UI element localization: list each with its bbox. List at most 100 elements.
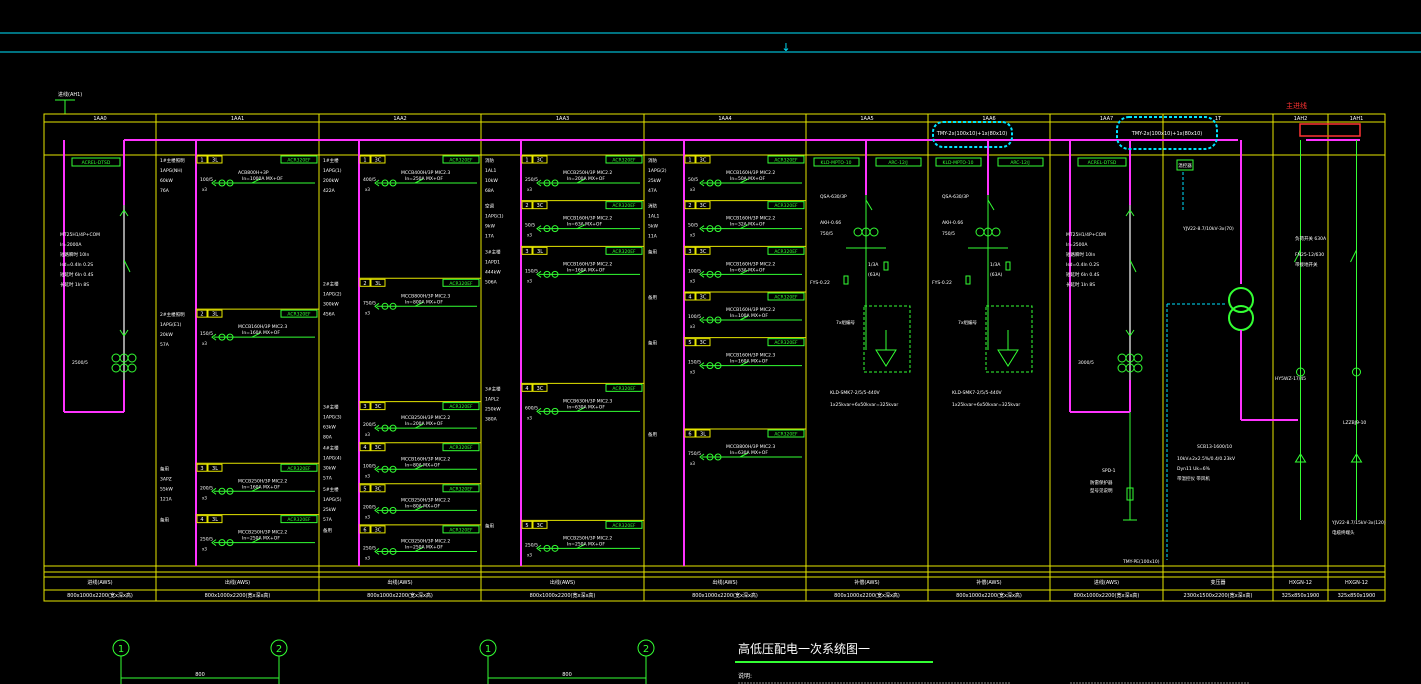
panel-id: 1AA3 [556, 116, 569, 122]
feeder-load-label: 57A [160, 342, 170, 348]
meter-tag: ACR320EF [449, 527, 473, 533]
schematic-canvas: ↓ 进线(AH1) 1AA0 进线(AWS) 800x1000x2200(宽x深x高… [0, 0, 1421, 684]
feeder-number: 6 [363, 527, 366, 533]
ct-ratio: 200/5 [363, 422, 376, 428]
feeder-load-label: 5kW [648, 224, 658, 230]
hv-arrester: HY5WZ-17/45 [1275, 376, 1306, 382]
feeder-load-label: 1APG(1) [323, 168, 342, 174]
breaker-rating: In=250A MX+OF [567, 541, 605, 547]
fuse-rating: (63A) [868, 272, 881, 278]
feeder-load-label: 1APG(NH) [160, 168, 183, 174]
spd-note: 防雷保护器 [1090, 479, 1113, 486]
panel-size: 800x1000x2200(宽x深x高) [956, 592, 1022, 599]
notes-label: 说明: [738, 672, 752, 680]
feeder-load-label: 1APG(4) [323, 456, 342, 462]
controller-tag: KLD-MPTO-10 [943, 160, 974, 166]
fuse-rating: (63A) [990, 272, 1003, 278]
breaker-model: MCCB250H/3P MIC2.2 [238, 478, 287, 484]
feeder-load-label: 68A [485, 188, 495, 194]
feeder-load-label: 47A [648, 188, 658, 194]
incomer-setting: Ir=2000A [60, 242, 82, 248]
panel-id: 1AA0 [93, 116, 106, 122]
feeder-load-label: 11A [648, 234, 658, 240]
breaker-rating: In=250A MX+OF [242, 536, 280, 542]
breaker-model: MCCB250H/3P MIC2.2 [563, 170, 612, 176]
breaker-rating: In=800A MX+OF [405, 299, 443, 305]
feeder-load-label: 57A [323, 476, 333, 482]
feeder-load-label: 备用 [648, 248, 657, 255]
feeder-phase: 3C [700, 249, 707, 255]
feeder-load-label: 5#主楼 [323, 486, 339, 493]
panel-id: 1AA7 [1100, 116, 1113, 122]
panel-function: 出线(AWS) [225, 579, 250, 586]
feeder-load-label: 121A [160, 496, 173, 502]
panel-size: 800x1000x2200(宽x深x高) [1074, 592, 1140, 599]
ct-ratio: 400/5 [363, 177, 376, 183]
feeder-load-label: 76A [160, 188, 170, 194]
phase-note: x3 [690, 233, 695, 238]
pe-label: TMY-PE(100x10) [1122, 559, 1160, 565]
ct-ratio: 150/5 [688, 360, 701, 366]
capacitor-group-label: 7x组编号 [836, 319, 856, 326]
meter-tag: ACR320EF [774, 158, 798, 164]
ct-ratio: 600/5 [525, 405, 538, 411]
feeder-number: 4 [200, 517, 203, 523]
feeder-phase: 3L [212, 158, 218, 164]
spd-label: SPD-1 [1102, 468, 1116, 474]
capacitor-model: KLD-SMK7-2/5/5-440V [830, 390, 881, 396]
axis-dim-a: 800 [195, 672, 205, 678]
meter-tag: ACR320EF [774, 203, 798, 209]
feeder-number: 2 [363, 281, 366, 287]
incomer-setting: Isd=0.4In 0.2S [1066, 262, 1099, 268]
phase-note: x3 [690, 461, 695, 466]
feeder-load-label: 1#主楼 [323, 157, 339, 164]
panel-id: 1AH1 [1350, 116, 1364, 122]
breaker-rating: In=100A MX+OF [730, 313, 768, 319]
phase-note: x3 [690, 324, 695, 329]
meter-tag: ACR320EF [774, 432, 798, 438]
phase-note: x3 [202, 341, 207, 346]
feeder-load-label: 456A [323, 311, 336, 317]
breaker-rating: In=80A MX+OF [405, 503, 440, 509]
panel-size: 800x1000x2200(宽x深x高) [367, 592, 433, 599]
breaker-rating: In=50A MX+OF [730, 176, 765, 182]
feeder-phase: 3L [700, 432, 706, 438]
feeder-load-label: 1APL2 [485, 396, 499, 402]
feeder-load-label: 1AL1 [648, 214, 659, 220]
phase-note: x3 [690, 187, 695, 192]
feeder-number: 3 [688, 249, 691, 255]
phase-note: x3 [690, 278, 695, 283]
feeder-phase: 3C [375, 445, 382, 451]
meter-tag: ACR320EF [612, 523, 636, 529]
breaker-rating: In=1000A MX+OF [242, 176, 283, 182]
feeder-load-label: 备用 [485, 522, 494, 529]
breaker-model: MCCB250H/3P MIC2.2 [238, 530, 287, 536]
panel-size: 800x1000x2200(宽x深x高) [205, 592, 271, 599]
panel-size: 325x850x1900 [1338, 593, 1376, 599]
feeder-load-label: 消防 [485, 157, 494, 164]
feeder-load-label: 380A [485, 416, 498, 422]
panel-function: 出线(AWS) [550, 579, 575, 586]
drawing-title: 高低压配电一次系统图一 [738, 641, 870, 656]
hv-cable-note: 电缆终端头 [1332, 529, 1355, 536]
feeder-load-label: 1#主楼照明 [160, 157, 185, 164]
switch-model: QSA-630/3P [942, 194, 969, 200]
feeder-number: 2 [525, 203, 528, 209]
ct-ratio: 50/5 [525, 223, 535, 229]
panel-function: 变压器 [1210, 579, 1225, 586]
feeder-load-label: 25kW [323, 507, 336, 513]
feeder-load-label: 备用 [323, 527, 332, 534]
panel-function: 出线(AWS) [712, 579, 737, 586]
feeder-phase: 3L [212, 466, 218, 472]
breaker-rating: In=160A MX+OF [242, 330, 280, 336]
axis-label-2a: 2 [276, 644, 282, 655]
incomer-setting: MT25H1/4P+COM [60, 232, 100, 238]
incomer-setting: 短延时 6In 0.4S [60, 271, 94, 278]
ct-ratio: 750/5 [942, 231, 955, 237]
panel-function: 进线(AWS) [1094, 579, 1119, 586]
panel-id: 1AA4 [718, 116, 731, 122]
meter-tag: ARC-12/J [888, 160, 907, 166]
feeder-number: 5 [525, 523, 528, 529]
ct-ratio: 250/5 [525, 177, 538, 183]
capacitor-group-label: 7x组编号 [958, 319, 978, 326]
